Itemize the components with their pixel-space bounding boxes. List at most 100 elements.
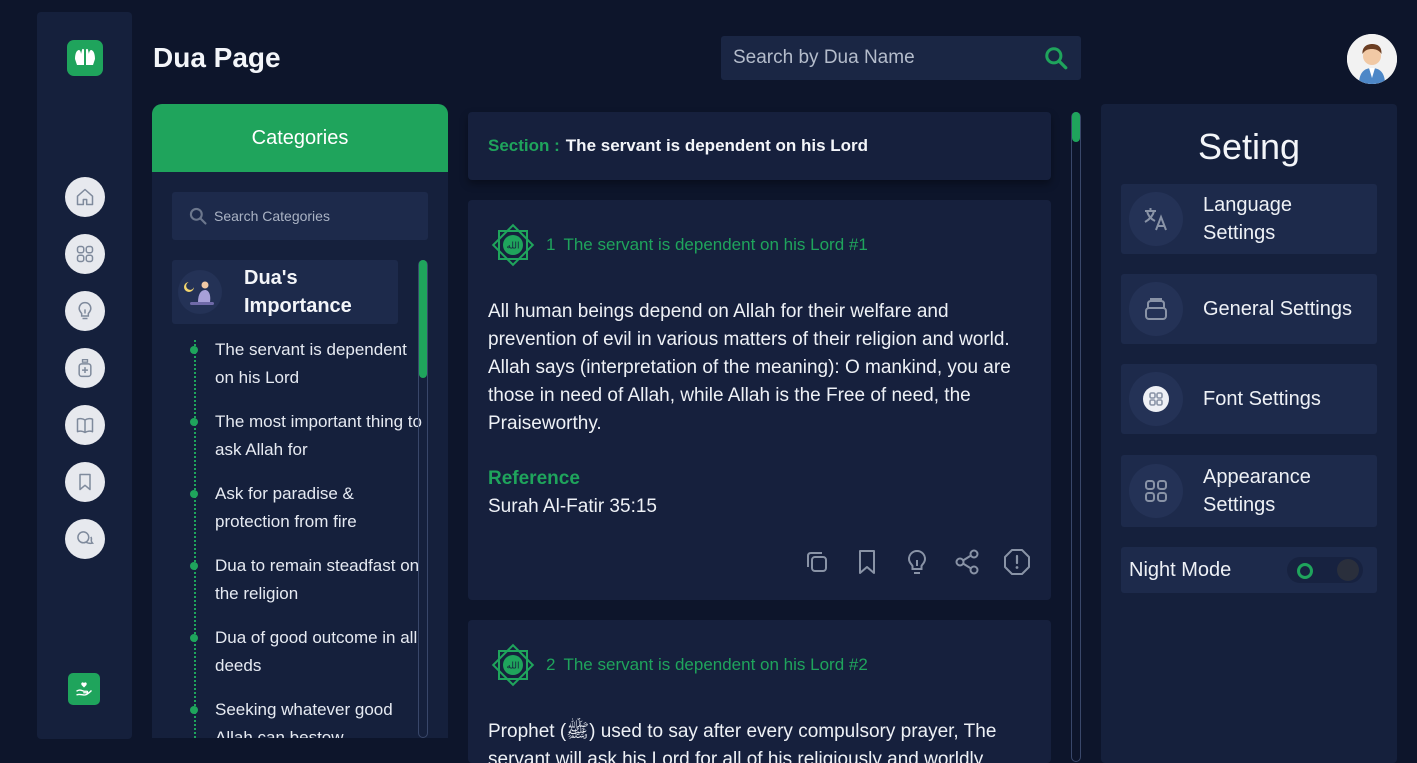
copy-icon[interactable] [803,548,831,576]
subcategory-list: The servant is dependent on his Lord The… [190,336,430,738]
bookmark-icon [79,473,91,491]
user-avatar[interactable] [1347,34,1397,84]
chat-icon [77,531,95,545]
font-grid-icon [1143,386,1169,412]
svg-text:الله: الله [506,662,519,672]
svg-text:الله: الله [506,242,519,252]
dua-search-bar [721,36,1081,80]
subcategory-item[interactable]: Ask for paradise & protection from fire [190,480,430,536]
category-title: Dua's Importance [244,267,352,317]
dua-text: All human beings depend on Allah for the… [488,301,1011,434]
toggle-knob [1337,559,1359,581]
dua-number: 1 [546,235,556,254]
dua-text: Prophet (ﷺ) used to say after every comp… [488,721,997,763]
category-thumbnail [178,270,222,314]
dua-number: 2 [546,655,556,674]
subcategory-item[interactable]: The servant is dependent on his Lord [190,336,430,392]
bullet-icon [190,346,198,354]
content-scrollbar-thumb[interactable] [1072,112,1080,142]
dua-title: The servant is dependent on his Lord #1 [563,235,868,254]
nav-memorize[interactable] [65,291,105,331]
bulb-icon [78,301,92,320]
appearance-settings-item[interactable]: Appearance Settings [1121,455,1377,527]
bookmark-icon[interactable] [853,548,881,576]
search-icon [189,207,207,225]
subcategory-label: The servant is dependent on his Lord [215,340,407,387]
reference-label: Reference [488,468,580,489]
subcategory-item[interactable]: Dua of good outcome in all deeds [190,624,430,680]
bullet-icon [190,706,198,714]
section-label: Section : [488,136,560,155]
bullet-icon [190,634,198,642]
section-title: The servant is dependent on his Lord [565,136,869,155]
subcategory-item[interactable]: The most important thing to ask Allah fo… [190,408,430,464]
settings-icon-wrap [1129,282,1183,336]
reference-value: Surah Al-Fatir 35:15 [488,496,657,517]
nav-chat[interactable] [65,519,105,559]
category-search-input[interactable] [208,207,428,225]
general-settings-item[interactable]: General Settings [1121,274,1377,344]
night-mode-row: Night Mode [1121,547,1377,593]
bullet-icon [190,490,198,498]
settings-label: Appearance Settings [1203,466,1311,516]
app-logo[interactable] [67,40,103,76]
categories-panel: Categories Dua's Importance The servant … [152,104,448,738]
categories-heading: Categories [152,104,448,172]
book-icon [76,417,94,434]
night-mode-label: Night Mode [1129,558,1232,581]
nav-dua-book[interactable] [65,405,105,445]
nav-home[interactable] [65,177,105,217]
share-icon[interactable] [953,548,981,576]
bulb-icon[interactable] [903,548,931,576]
hands-icon [75,48,95,65]
subcategory-label: Seeking whatever good Allah can bestow [215,700,393,738]
dua-actions [803,548,1031,576]
language-settings-item[interactable]: Language Settings [1121,184,1377,254]
subcategory-label: The most important thing to ask Allah fo… [215,412,422,459]
subcategory-label: Dua of good outcome in all deeds [215,628,418,675]
nav-bookmarks[interactable] [65,462,105,502]
nav-ruqyah[interactable] [65,348,105,388]
bullet-icon [190,418,198,426]
dua-heading: الله 1 The servant is dependent on his L… [488,220,868,270]
settings-panel: Seting Language Settings General Setting… [1101,104,1397,763]
subcategory-item[interactable]: Dua to remain steadfast on the religion [190,552,430,608]
report-icon[interactable] [1003,548,1031,576]
nav-categories[interactable] [65,234,105,274]
left-navigation-rail [37,12,132,739]
donate-button[interactable] [68,673,100,705]
hand-heart-icon [76,682,92,696]
translate-icon [1144,208,1167,231]
user-avatar-image [1347,34,1397,84]
home-icon [76,188,94,206]
bullet-icon [190,562,198,570]
night-mode-toggle[interactable] [1287,557,1363,583]
content-scrollbar[interactable] [1071,112,1081,762]
font-settings-item[interactable]: Font Settings [1121,364,1377,434]
settings-label: General Settings [1203,298,1352,320]
bottle-icon [78,359,92,378]
settings-title: Seting [1197,126,1301,167]
page-title: Dua Page [153,42,281,73]
dua-card: الله 2 The servant is dependent on his L… [468,620,1051,763]
dua-card: الله 1 The servant is dependent on his L… [468,200,1051,600]
settings-icon-wrap [1129,372,1183,426]
dua-heading: الله 2 The servant is dependent on his L… [488,640,868,690]
subcategory-item[interactable]: Seeking whatever good Allah can bestow [190,696,430,738]
allah-badge-icon: الله [491,223,535,267]
settings-label: Language Settings [1203,194,1292,244]
allah-badge-icon: الله [491,643,535,687]
settings-icon-wrap [1129,192,1183,246]
section-header: Section : The servant is dependent on hi… [468,112,1051,180]
grid-icon [76,245,94,263]
category-item-active[interactable]: Dua's Importance [172,260,398,324]
settings-label: Font Settings [1203,388,1321,410]
category-search-bar [172,192,428,240]
grid-icon [1145,480,1167,502]
stack-icon [1145,298,1167,320]
search-icon[interactable] [1043,45,1069,71]
dua-search-input[interactable] [721,46,1043,70]
category-scrollbar-thumb[interactable] [419,260,427,378]
dua-title: The servant is dependent on his Lord #2 [563,655,868,674]
subcategory-label: Ask for paradise & protection from fire [215,484,357,531]
